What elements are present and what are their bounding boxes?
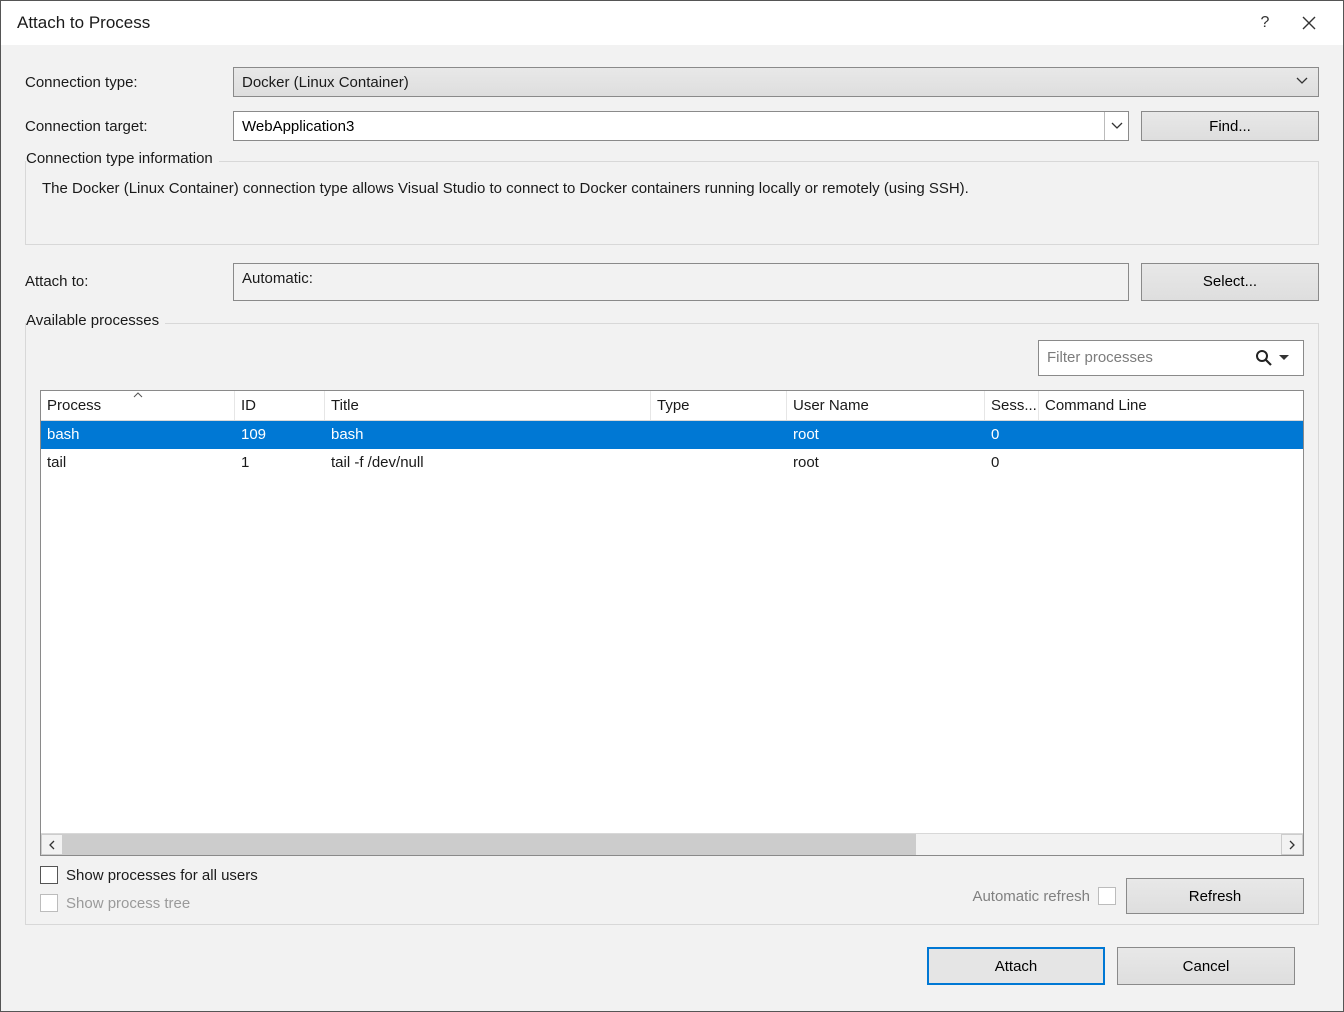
table-cell: 0 xyxy=(985,454,1039,471)
connection-target-row: Connection target: Find... xyxy=(25,111,1319,141)
titlebar: Attach to Process ? xyxy=(1,1,1343,45)
close-icon xyxy=(1302,16,1316,30)
table-cell: root xyxy=(787,454,985,471)
scroll-left-button[interactable] xyxy=(41,834,63,855)
chevron-down-icon xyxy=(1296,77,1308,85)
select-button[interactable]: Select... xyxy=(1141,263,1319,301)
checkbox-icon xyxy=(1098,887,1116,905)
table-cell: tail xyxy=(41,454,235,471)
attach-to-process-dialog: Attach to Process ? Connection type: Doc… xyxy=(0,0,1344,1012)
connection-target-combo[interactable] xyxy=(233,111,1129,141)
connection-target-label: Connection target: xyxy=(25,118,233,135)
connection-info-text: The Docker (Linux Container) connection … xyxy=(40,178,1304,230)
window-title: Attach to Process xyxy=(17,13,1243,33)
available-processes-label: Available processes xyxy=(26,312,165,329)
connection-type-label: Connection type: xyxy=(25,74,233,91)
table-cell: 1 xyxy=(235,454,325,471)
col-sess[interactable]: Sess... xyxy=(985,391,1039,420)
checkbox-icon xyxy=(40,894,58,912)
col-cmd[interactable]: Command Line xyxy=(1039,391,1303,420)
chevron-left-icon xyxy=(48,840,56,850)
dialog-footer: Attach Cancel xyxy=(25,925,1319,1011)
close-button[interactable] xyxy=(1287,1,1331,45)
help-icon: ? xyxy=(1261,14,1270,32)
table-cell: 0 xyxy=(985,426,1039,443)
filter-dropdown-icon[interactable] xyxy=(1279,355,1295,361)
col-user[interactable]: User Name xyxy=(787,391,985,420)
table-cell: 109 xyxy=(235,426,325,443)
options-row: Show processes for all users Show proces… xyxy=(40,866,1304,914)
dialog-content: Connection type: Docker (Linux Container… xyxy=(1,45,1343,1011)
table-header: Process ID Title Type User Name Sess... … xyxy=(41,391,1303,421)
connection-target-input[interactable] xyxy=(242,118,1104,135)
horizontal-scrollbar[interactable] xyxy=(41,833,1303,855)
col-process[interactable]: Process xyxy=(41,391,235,420)
table-cell: root xyxy=(787,426,985,443)
attach-to-text: Automatic: xyxy=(242,270,313,287)
attach-to-label: Attach to: xyxy=(25,273,233,290)
attach-button[interactable]: Attach xyxy=(927,947,1105,985)
show-process-tree-checkbox: Show process tree xyxy=(40,894,258,912)
attach-to-row: Attach to: Automatic: Select... xyxy=(25,263,1319,301)
sort-ascending-icon xyxy=(133,392,143,398)
automatic-refresh-label: Automatic refresh xyxy=(972,888,1090,905)
filter-processes-input[interactable] xyxy=(1047,349,1249,366)
cancel-button[interactable]: Cancel xyxy=(1117,947,1295,985)
available-processes-group: Available processes Process xyxy=(25,323,1319,925)
chevron-down-icon xyxy=(1111,122,1123,130)
table-row[interactable]: tail1tail -f /dev/null root0 xyxy=(41,449,1303,477)
connection-type-select[interactable]: Docker (Linux Container) xyxy=(233,67,1319,97)
process-table: Process ID Title Type User Name Sess... … xyxy=(40,390,1304,856)
col-id[interactable]: ID xyxy=(235,391,325,420)
scrollbar-thumb[interactable] xyxy=(63,834,916,855)
scroll-right-button[interactable] xyxy=(1281,834,1303,855)
show-all-users-label: Show processes for all users xyxy=(66,867,258,884)
table-body: bash109bash root0 tail1tail -f /dev/null ro… xyxy=(41,421,1303,833)
scrollbar-track[interactable] xyxy=(63,834,1281,855)
help-button[interactable]: ? xyxy=(1243,1,1287,45)
table-cell: bash xyxy=(41,426,235,443)
refresh-button[interactable]: Refresh xyxy=(1126,878,1304,914)
chevron-right-icon xyxy=(1288,840,1296,850)
table-cell: bash xyxy=(325,426,651,443)
table-cell: tail -f /dev/null xyxy=(325,454,651,471)
show-all-users-checkbox[interactable]: Show processes for all users xyxy=(40,866,258,884)
connection-type-row: Connection type: Docker (Linux Container… xyxy=(25,67,1319,97)
search-icon[interactable] xyxy=(1255,349,1273,367)
show-process-tree-label: Show process tree xyxy=(66,895,190,912)
checkbox-icon xyxy=(40,866,58,884)
connection-info-group: Connection type information The Docker (… xyxy=(25,161,1319,245)
table-row[interactable]: bash109bash root0 xyxy=(41,421,1303,449)
connection-target-dropdown[interactable] xyxy=(1104,112,1128,140)
attach-to-value: Automatic: xyxy=(233,263,1129,301)
connection-info-label: Connection type information xyxy=(26,150,219,167)
automatic-refresh-checkbox[interactable]: Automatic refresh xyxy=(972,887,1116,905)
find-button[interactable]: Find... xyxy=(1141,111,1319,141)
col-title[interactable]: Title xyxy=(325,391,651,420)
connection-type-value: Docker (Linux Container) xyxy=(242,74,409,91)
filter-processes-box[interactable] xyxy=(1038,340,1304,376)
col-type[interactable]: Type xyxy=(651,391,787,420)
